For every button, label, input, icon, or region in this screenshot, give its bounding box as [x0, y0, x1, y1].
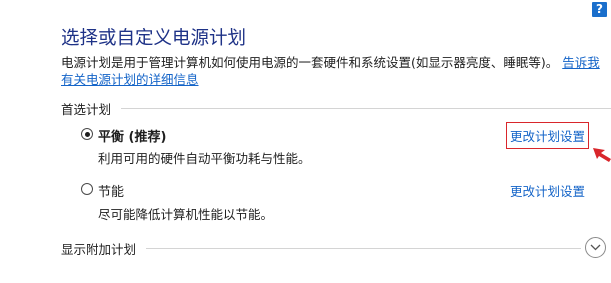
- power-saver-radio[interactable]: [81, 183, 93, 195]
- balanced-radio[interactable]: [81, 128, 93, 140]
- change-plan-settings-power-saver-link[interactable]: 更改计划设置: [510, 181, 585, 200]
- additional-plans-header[interactable]: 显示附加计划: [61, 239, 581, 257]
- section-divider: [146, 247, 581, 249]
- expand-additional-plans-button[interactable]: [585, 237, 606, 258]
- description-text: 电源计划是用于管理计算机如何使用电源的一套硬件和系统设置(如显示器亮度、睡眠等)…: [61, 55, 559, 70]
- plan-desc-balanced: 利用可用的硬件自动平衡功耗与性能。: [98, 151, 311, 166]
- plan-desc-power-saver: 尽可能降低计算机性能以节能。: [98, 207, 274, 222]
- arrow-icon: [593, 148, 611, 162]
- additional-plans-label[interactable]: 显示附加计划: [61, 239, 136, 258]
- section-divider: [121, 107, 611, 109]
- page-title: 选择或自定义电源计划: [61, 28, 247, 49]
- help-button[interactable]: ?: [592, 2, 607, 17]
- plan-name-balanced[interactable]: 平衡 (推荐): [98, 126, 166, 145]
- page-description: 电源计划是用于管理计算机如何使用电源的一套硬件和系统设置(如显示器亮度、睡眠等)…: [61, 54, 606, 88]
- preferred-plans-label: 首选计划: [61, 101, 112, 117]
- plan-name-power-saver[interactable]: 节能: [98, 181, 124, 200]
- preferred-plans-header: 首选计划: [61, 99, 611, 117]
- chevron-down-icon: [590, 244, 601, 251]
- help-icon: ?: [596, 2, 603, 16]
- change-plan-settings-balanced-link[interactable]: 更改计划设置: [505, 122, 590, 149]
